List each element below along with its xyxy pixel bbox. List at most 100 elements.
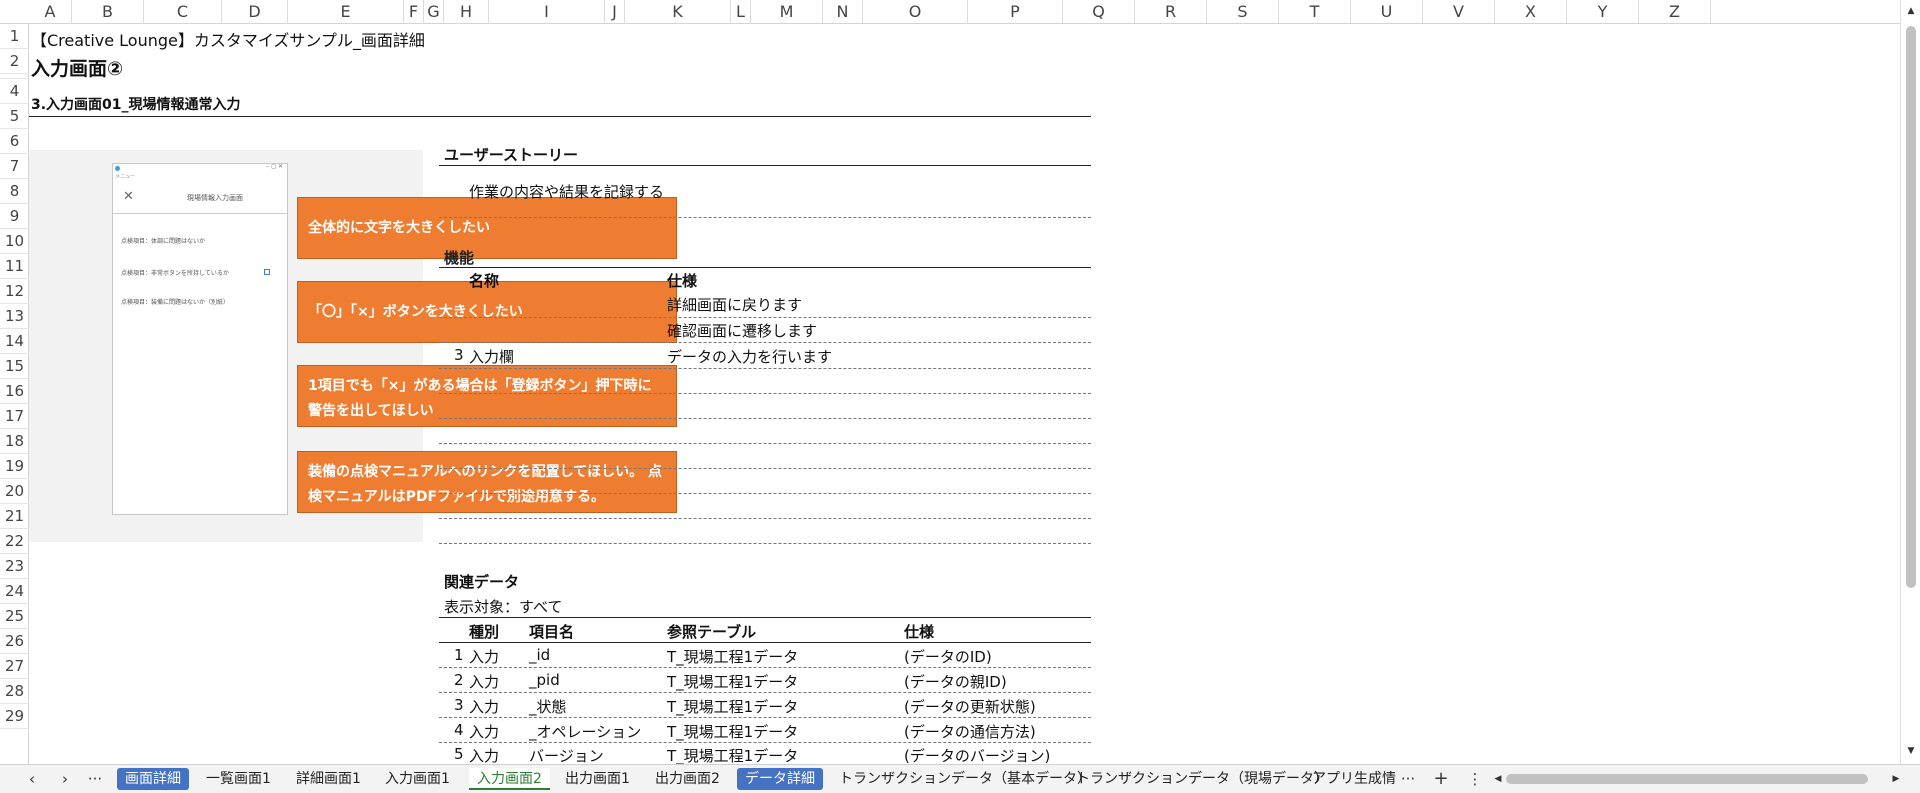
tab-list-screen1[interactable]: 一覧画面1: [198, 768, 279, 790]
tab-transaction-site[interactable]: トランザクションデータ（現場データ）: [1068, 768, 1336, 790]
row-header[interactable]: 4: [0, 79, 29, 104]
row-header[interactable]: 19: [0, 454, 29, 479]
row-header[interactable]: 15: [0, 354, 29, 379]
row-header[interactable]: 13: [0, 304, 29, 329]
tab-prev-icon[interactable]: ‹: [22, 768, 42, 790]
row-header[interactable]: 28: [0, 679, 29, 704]
row-header[interactable]: 16: [0, 379, 29, 404]
row-header[interactable]: 9: [0, 204, 29, 229]
tab-app-info[interactable]: アプリ生成情報: [1304, 768, 1396, 790]
mock-window-controls: – ◻ ✕: [266, 163, 283, 170]
column-header[interactable]: A: [29, 0, 72, 24]
related-table: T_現場工程1データ: [667, 723, 799, 741]
row-header[interactable]: 10: [0, 229, 29, 254]
tab-screen-detail[interactable]: 画面詳細: [117, 768, 189, 790]
column-header[interactable]: X: [1495, 0, 1567, 24]
column-header[interactable]: F: [404, 0, 424, 24]
row-header[interactable]: 22: [0, 529, 29, 554]
cell-grid[interactable]: 【Creative Lounge】カスタマイズサンプル_画面詳細 入力画面② 3…: [29, 24, 1900, 764]
mock-item: 点検項目：体調に問題はないか: [121, 238, 206, 245]
column-header[interactable]: V: [1423, 0, 1495, 24]
tab-input-screen1[interactable]: 入力画面1: [377, 768, 458, 790]
column-header[interactable]: T: [1279, 0, 1351, 24]
row-dash: [439, 342, 1091, 343]
vertical-scroll-thumb[interactable]: [1906, 26, 1916, 588]
row-header[interactable]: 12: [0, 279, 29, 304]
column-header[interactable]: J: [605, 0, 625, 24]
row-dash: [439, 418, 1091, 419]
mock-checkbox: [264, 269, 270, 275]
tab-next-icon[interactable]: ›: [55, 768, 75, 790]
row-header[interactable]: 25: [0, 604, 29, 629]
column-header[interactable]: O: [863, 0, 968, 24]
add-sheet-icon[interactable]: +: [1431, 768, 1451, 790]
row-header[interactable]: 2: [0, 49, 29, 74]
sheet-options-icon[interactable]: ⋮: [1465, 768, 1485, 790]
row-header[interactable]: 20: [0, 479, 29, 504]
tab-data-detail[interactable]: データ詳細: [737, 768, 823, 790]
row-dash: [439, 468, 1091, 469]
column-header[interactable]: D: [222, 0, 288, 24]
row-header[interactable]: 8: [0, 179, 29, 204]
column-header[interactable]: G: [424, 0, 444, 24]
row-header[interactable]: 1: [0, 24, 29, 49]
column-header[interactable]: Z: [1639, 0, 1711, 24]
column-header[interactable]: H: [444, 0, 489, 24]
spreadsheet: ABCDEFGHIJKLMNOPQRSTUVXYZ 12345678910111…: [0, 0, 1920, 793]
doc-title: 【Creative Lounge】カスタマイズサンプル_画面詳細: [31, 31, 425, 50]
features-label: 機能: [444, 249, 475, 267]
horizontal-scroll-thumb[interactable]: [1506, 774, 1868, 784]
row-header[interactable]: 21: [0, 504, 29, 529]
vertical-scrollbar[interactable]: ▲ ▼: [1900, 0, 1920, 764]
scroll-up-icon[interactable]: ▲: [1901, 0, 1920, 22]
column-header[interactable]: L: [731, 0, 751, 24]
related-item: _id: [529, 646, 551, 664]
tab-more-right-icon[interactable]: ···: [1398, 768, 1418, 790]
row-header[interactable]: 6: [0, 129, 29, 154]
row-header[interactable]: 24: [0, 579, 29, 604]
column-header[interactable]: R: [1135, 0, 1207, 24]
related-table: T_現場工程1データ: [667, 747, 799, 764]
column-header[interactable]: N: [823, 0, 863, 24]
scroll-down-icon[interactable]: ▼: [1901, 740, 1920, 762]
column-header[interactable]: M: [751, 0, 823, 24]
tab-detail-screen1[interactable]: 詳細画面1: [288, 768, 369, 790]
row-header[interactable]: 17: [0, 404, 29, 429]
related-table: T_現場工程1データ: [667, 698, 799, 716]
related-item: _状態: [529, 698, 567, 716]
tab-more-left-icon[interactable]: ···: [85, 768, 105, 790]
column-header[interactable]: Q: [1063, 0, 1135, 24]
row-header[interactable]: 18: [0, 429, 29, 454]
row-header[interactable]: 5: [0, 104, 29, 129]
column-header[interactable]: B: [72, 0, 144, 24]
column-header[interactable]: K: [625, 0, 731, 24]
column-header[interactable]: I: [489, 0, 605, 24]
column-header[interactable]: C: [144, 0, 222, 24]
row-header[interactable]: 27: [0, 654, 29, 679]
mock-screen-title: 現場情報入力画面: [187, 194, 243, 202]
hscroll-right-icon[interactable]: ▶: [1886, 768, 1906, 790]
related-kind: 入力: [469, 673, 500, 691]
tab-output-screen1[interactable]: 出力画面1: [557, 768, 638, 790]
tab-input-screen2[interactable]: 入力画面2: [469, 768, 550, 790]
hscroll-left-icon[interactable]: ◀: [1488, 768, 1508, 790]
column-header[interactable]: E: [288, 0, 404, 24]
column-header[interactable]: Y: [1567, 0, 1639, 24]
column-header[interactable]: U: [1351, 0, 1423, 24]
callout-note: 装備の点検マニュアルへのリンクを配置してほしい。 点検マニュアルはPDFファイル…: [297, 451, 677, 513]
row-header[interactable]: 23: [0, 554, 29, 579]
column-header[interactable]: S: [1207, 0, 1279, 24]
tab-transaction-basic[interactable]: トランザクションデータ（基本データ）: [831, 768, 1099, 790]
column-header[interactable]: P: [968, 0, 1063, 24]
tab-output-screen2[interactable]: 出力画面2: [647, 768, 728, 790]
row-header[interactable]: 26: [0, 629, 29, 654]
related-no: 1: [454, 646, 464, 664]
mock-menu-label: メニュー: [115, 174, 136, 180]
page-heading: 入力画面②: [31, 58, 124, 80]
row-header[interactable]: 14: [0, 329, 29, 354]
related-table: T_現場工程1データ: [667, 673, 799, 691]
row-dash: [439, 717, 1091, 718]
row-header[interactable]: 7: [0, 154, 29, 179]
row-header[interactable]: 29: [0, 704, 29, 729]
row-header[interactable]: 11: [0, 254, 29, 279]
